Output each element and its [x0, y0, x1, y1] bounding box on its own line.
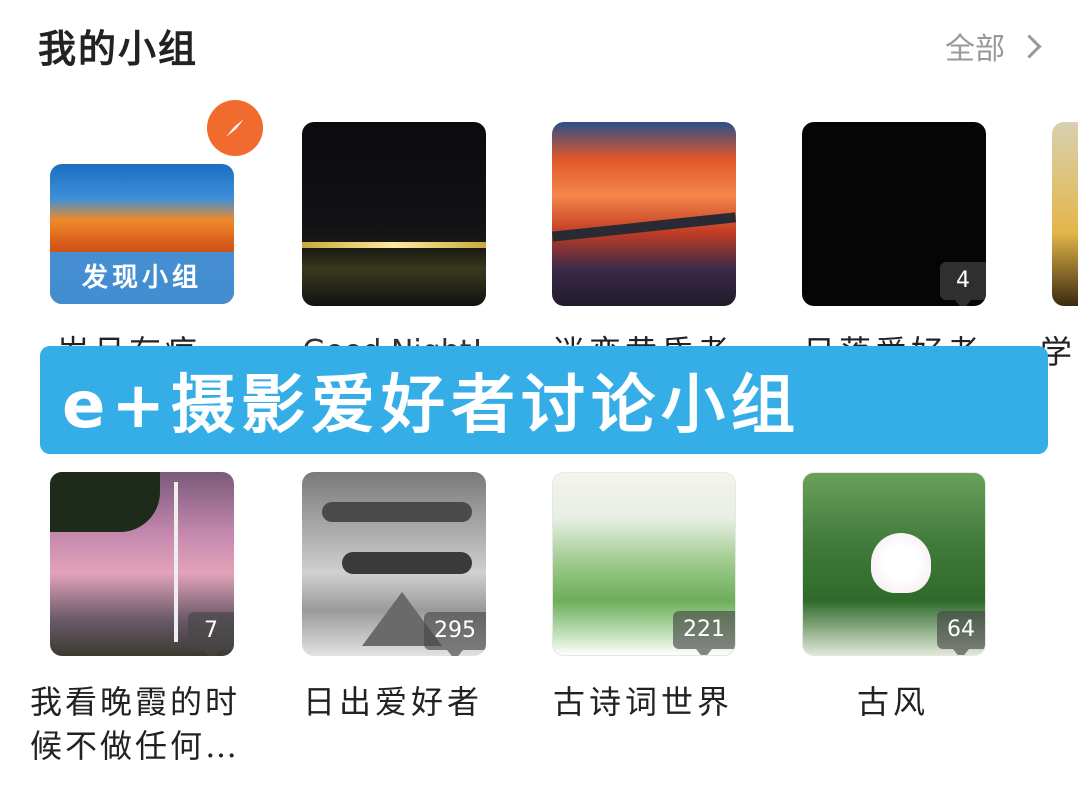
- chevron-right-icon: [1017, 33, 1042, 59]
- post-count-badge: 295: [424, 612, 486, 656]
- tree-silhouette: [50, 472, 160, 532]
- group-name: 日出爱好者: [302, 683, 483, 721]
- cloud-shape: [342, 552, 472, 574]
- group-tile-ancient-style[interactable]: 64: [802, 472, 986, 656]
- post-count-badge: 221: [673, 611, 735, 655]
- lamp-post: [174, 482, 178, 642]
- group-name: 我看晚霞的时 候不做任何…: [30, 680, 260, 768]
- view-all-link[interactable]: 全部: [945, 24, 1042, 68]
- group-tile-partial[interactable]: [1052, 122, 1078, 306]
- group-name-line: 候不做任何…: [30, 727, 241, 765]
- bridge-shape: [552, 212, 736, 242]
- view-all-label: 全部: [945, 32, 1005, 67]
- compass-icon: [207, 100, 263, 156]
- group-tile-sunset-lovers[interactable]: 4: [802, 122, 986, 306]
- group-tile-dusk-lovers[interactable]: [552, 122, 736, 306]
- city-lights: [302, 242, 486, 248]
- post-count-badge: 4: [940, 262, 986, 306]
- group-tile-good-night[interactable]: [302, 122, 486, 306]
- page-title: 我的小组: [38, 26, 199, 71]
- group-name: 古诗词世界: [552, 683, 733, 721]
- lotus-flower: [871, 533, 931, 593]
- post-count-badge: 64: [937, 611, 985, 655]
- group-tile-poetry-world[interactable]: 221: [552, 472, 736, 656]
- cloud-shape: [322, 502, 472, 522]
- group-name-line: 我看晚霞的时: [30, 683, 241, 721]
- post-count-badge: 7: [188, 612, 234, 656]
- discover-label: 发现小组: [50, 252, 234, 304]
- group-name: 古风: [856, 683, 929, 721]
- group-tile-sunrise-lovers[interactable]: 295: [302, 472, 486, 656]
- overlay-banner: e+摄影爱好者讨论小组: [40, 346, 1048, 454]
- group-tile-discover[interactable]: 发现小组: [50, 164, 234, 304]
- group-tile-sunset-watch[interactable]: 7: [50, 472, 234, 656]
